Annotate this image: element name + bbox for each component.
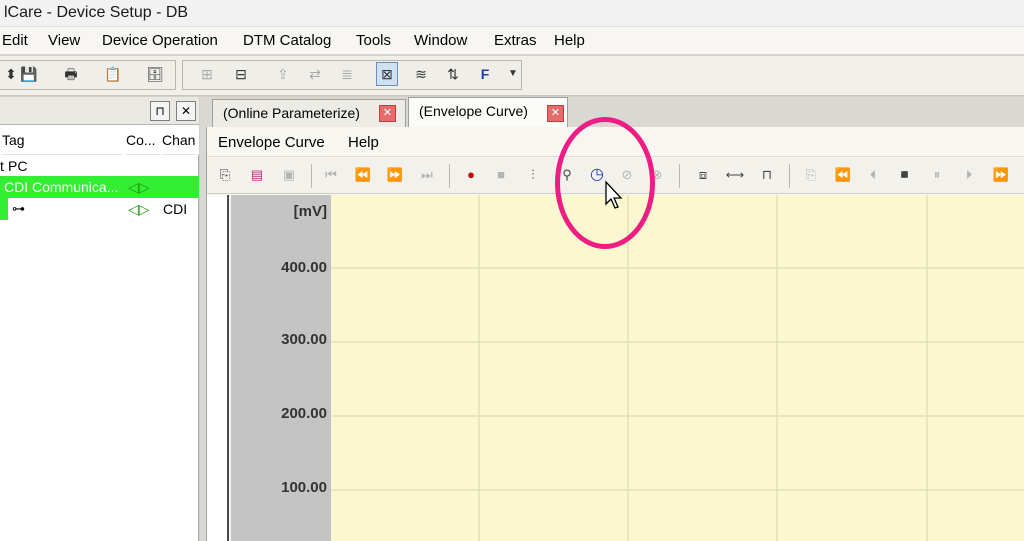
pin-icon[interactable]: ⊓ <box>150 101 170 121</box>
settings-sliders-icon[interactable]: ⫶ <box>523 165 543 185</box>
document-icon[interactable]: ≣ <box>336 63 358 85</box>
tab-label: (Envelope Curve) <box>419 103 528 119</box>
clipboard-icon[interactable]: 📋 <box>102 63 124 85</box>
function-icon[interactable]: F <box>474 63 496 85</box>
tree-expander-icon: t <box>0 158 4 174</box>
menu-extras[interactable]: Extras <box>494 32 537 50</box>
column-channel[interactable]: Chan <box>162 125 199 155</box>
new-curve-icon[interactable]: ⎘ <box>215 165 235 185</box>
step-back-icon[interactable]: ⏴ <box>863 165 883 185</box>
rewind-icon[interactable]: ⏪ <box>833 165 853 185</box>
device-sort-icon[interactable]: ⇅ <box>442 63 464 85</box>
previous-frame-icon[interactable]: ⏪ <box>353 165 373 185</box>
stretch-horizontal-icon[interactable]: ⟷ <box>725 165 745 185</box>
channel-label: CDI <box>163 201 188 217</box>
menu-window[interactable]: Window <box>414 32 467 50</box>
tree-item-label: PC <box>8 158 28 174</box>
connection-status-icon: ◁▷ <box>128 179 150 195</box>
plot-grid[interactable] <box>331 195 1024 541</box>
y-axis: [mV] 400.00 300.00 200.00 100.00 <box>231 195 331 541</box>
tree-branch-marker <box>0 198 8 220</box>
tab-envelope-curve[interactable]: (Envelope Curve) ✕ <box>408 97 568 127</box>
menu-envelope-curve[interactable]: Envelope Curve <box>218 134 325 152</box>
network-disconnect-icon[interactable]: ⊟ <box>230 63 252 85</box>
y-axis-unit: [mV] <box>293 203 327 220</box>
menu-dtm-catalog[interactable]: DTM Catalog <box>243 32 331 50</box>
print-icon[interactable]: 🖶 <box>60 63 82 85</box>
network-panel: ⊓ ✕ Tag Co... Chan t PC CDI Communica...… <box>0 97 199 541</box>
tree-item-label: CDI Communica... <box>4 179 119 195</box>
y-tick-label: 400.00 <box>281 259 327 276</box>
menu-help[interactable]: Help <box>554 32 585 50</box>
y-tick-label: 300.00 <box>281 331 327 348</box>
pause-bars-icon[interactable]: ⏸ <box>927 165 947 185</box>
menu-edit[interactable]: Edit <box>2 32 28 50</box>
function-dropdown-icon[interactable]: ▼ <box>502 63 524 85</box>
tree-item-pc[interactable]: t PC <box>0 155 199 177</box>
last-frame-icon[interactable]: ⏭ <box>417 165 437 185</box>
tree-item-device[interactable]: ⊶ ◁▷ CDI <box>0 198 199 220</box>
device-icon: ⊶ <box>12 201 25 216</box>
unlock-icon[interactable]: ⊓ <box>757 165 777 185</box>
menu-view[interactable]: View <box>48 32 80 50</box>
column-connection[interactable]: Co... <box>126 125 160 155</box>
fit-view-icon[interactable]: ⧈ <box>693 165 713 185</box>
stop-icon[interactable]: ■ <box>491 165 511 185</box>
connection-status-icon: ◁▷ <box>128 201 150 217</box>
network-panel-header: ⊓ ✕ <box>0 97 199 125</box>
toolbar-separator <box>449 164 450 188</box>
column-tag[interactable]: Tag <box>2 125 122 155</box>
tab-online-parameterize[interactable]: (Online Parameterize) ✕ <box>212 99 406 127</box>
save-curve-icon[interactable]: ▣ <box>279 165 299 185</box>
menu-envelope-help[interactable]: Help <box>348 134 379 152</box>
fast-forward-icon[interactable]: ⏩ <box>991 165 1011 185</box>
next-frame-icon[interactable]: ⏩ <box>385 165 405 185</box>
step-forward-icon[interactable]: ⏵ <box>959 165 979 185</box>
save-icon[interactable]: 💾 <box>18 63 40 85</box>
mouse-cursor-icon <box>605 180 623 209</box>
open-curve-icon[interactable]: ▤ <box>247 165 267 185</box>
y-tick-label: 100.00 <box>281 479 327 496</box>
transfer-icon[interactable]: ⇄ <box>304 63 326 85</box>
tab-close-icon[interactable]: ✕ <box>547 105 564 122</box>
y-tick-label: 200.00 <box>281 405 327 422</box>
tree-item-cdi-communication[interactable]: CDI Communica... ◁▷ <box>0 176 199 198</box>
record-icon[interactable]: ● <box>461 165 481 185</box>
plot-background <box>331 195 1024 541</box>
toolbar-separator <box>789 164 790 188</box>
device-network-icon[interactable]: ≋ <box>410 63 432 85</box>
tab-close-icon[interactable]: ✕ <box>379 105 396 122</box>
upload-icon[interactable]: ⇪ <box>272 63 294 85</box>
main-toolbar: ⬍ 💾 🖶 📋 🗄 ⊞ ⊟ ⇪ ⇄ ≣ ⊠ ≋ ⇅ F ▼ <box>0 56 1024 96</box>
pause-icon[interactable]: ◾ <box>895 165 915 185</box>
window-title: lCare - Device Setup - DB <box>0 0 1024 27</box>
menu-device-operation[interactable]: Device Operation <box>102 32 218 50</box>
network-connect-icon[interactable]: ⊞ <box>196 63 218 85</box>
menu-tools[interactable]: Tools <box>356 32 391 50</box>
copy-curve-icon[interactable]: ⎘ <box>801 165 821 185</box>
close-icon[interactable]: ✕ <box>176 101 196 121</box>
device-catalog-icon[interactable]: 🗄 <box>144 63 166 85</box>
toolbar-separator <box>679 164 680 188</box>
first-frame-icon[interactable]: ⏮ <box>321 165 341 185</box>
toolbar-separator <box>311 164 312 188</box>
device-view-icon[interactable]: ⊠ <box>376 62 398 86</box>
menubar: Edit View Device Operation DTM Catalog T… <box>0 27 1024 55</box>
chart-left-strip <box>207 195 229 541</box>
tab-label: (Online Parameterize) <box>223 105 360 121</box>
